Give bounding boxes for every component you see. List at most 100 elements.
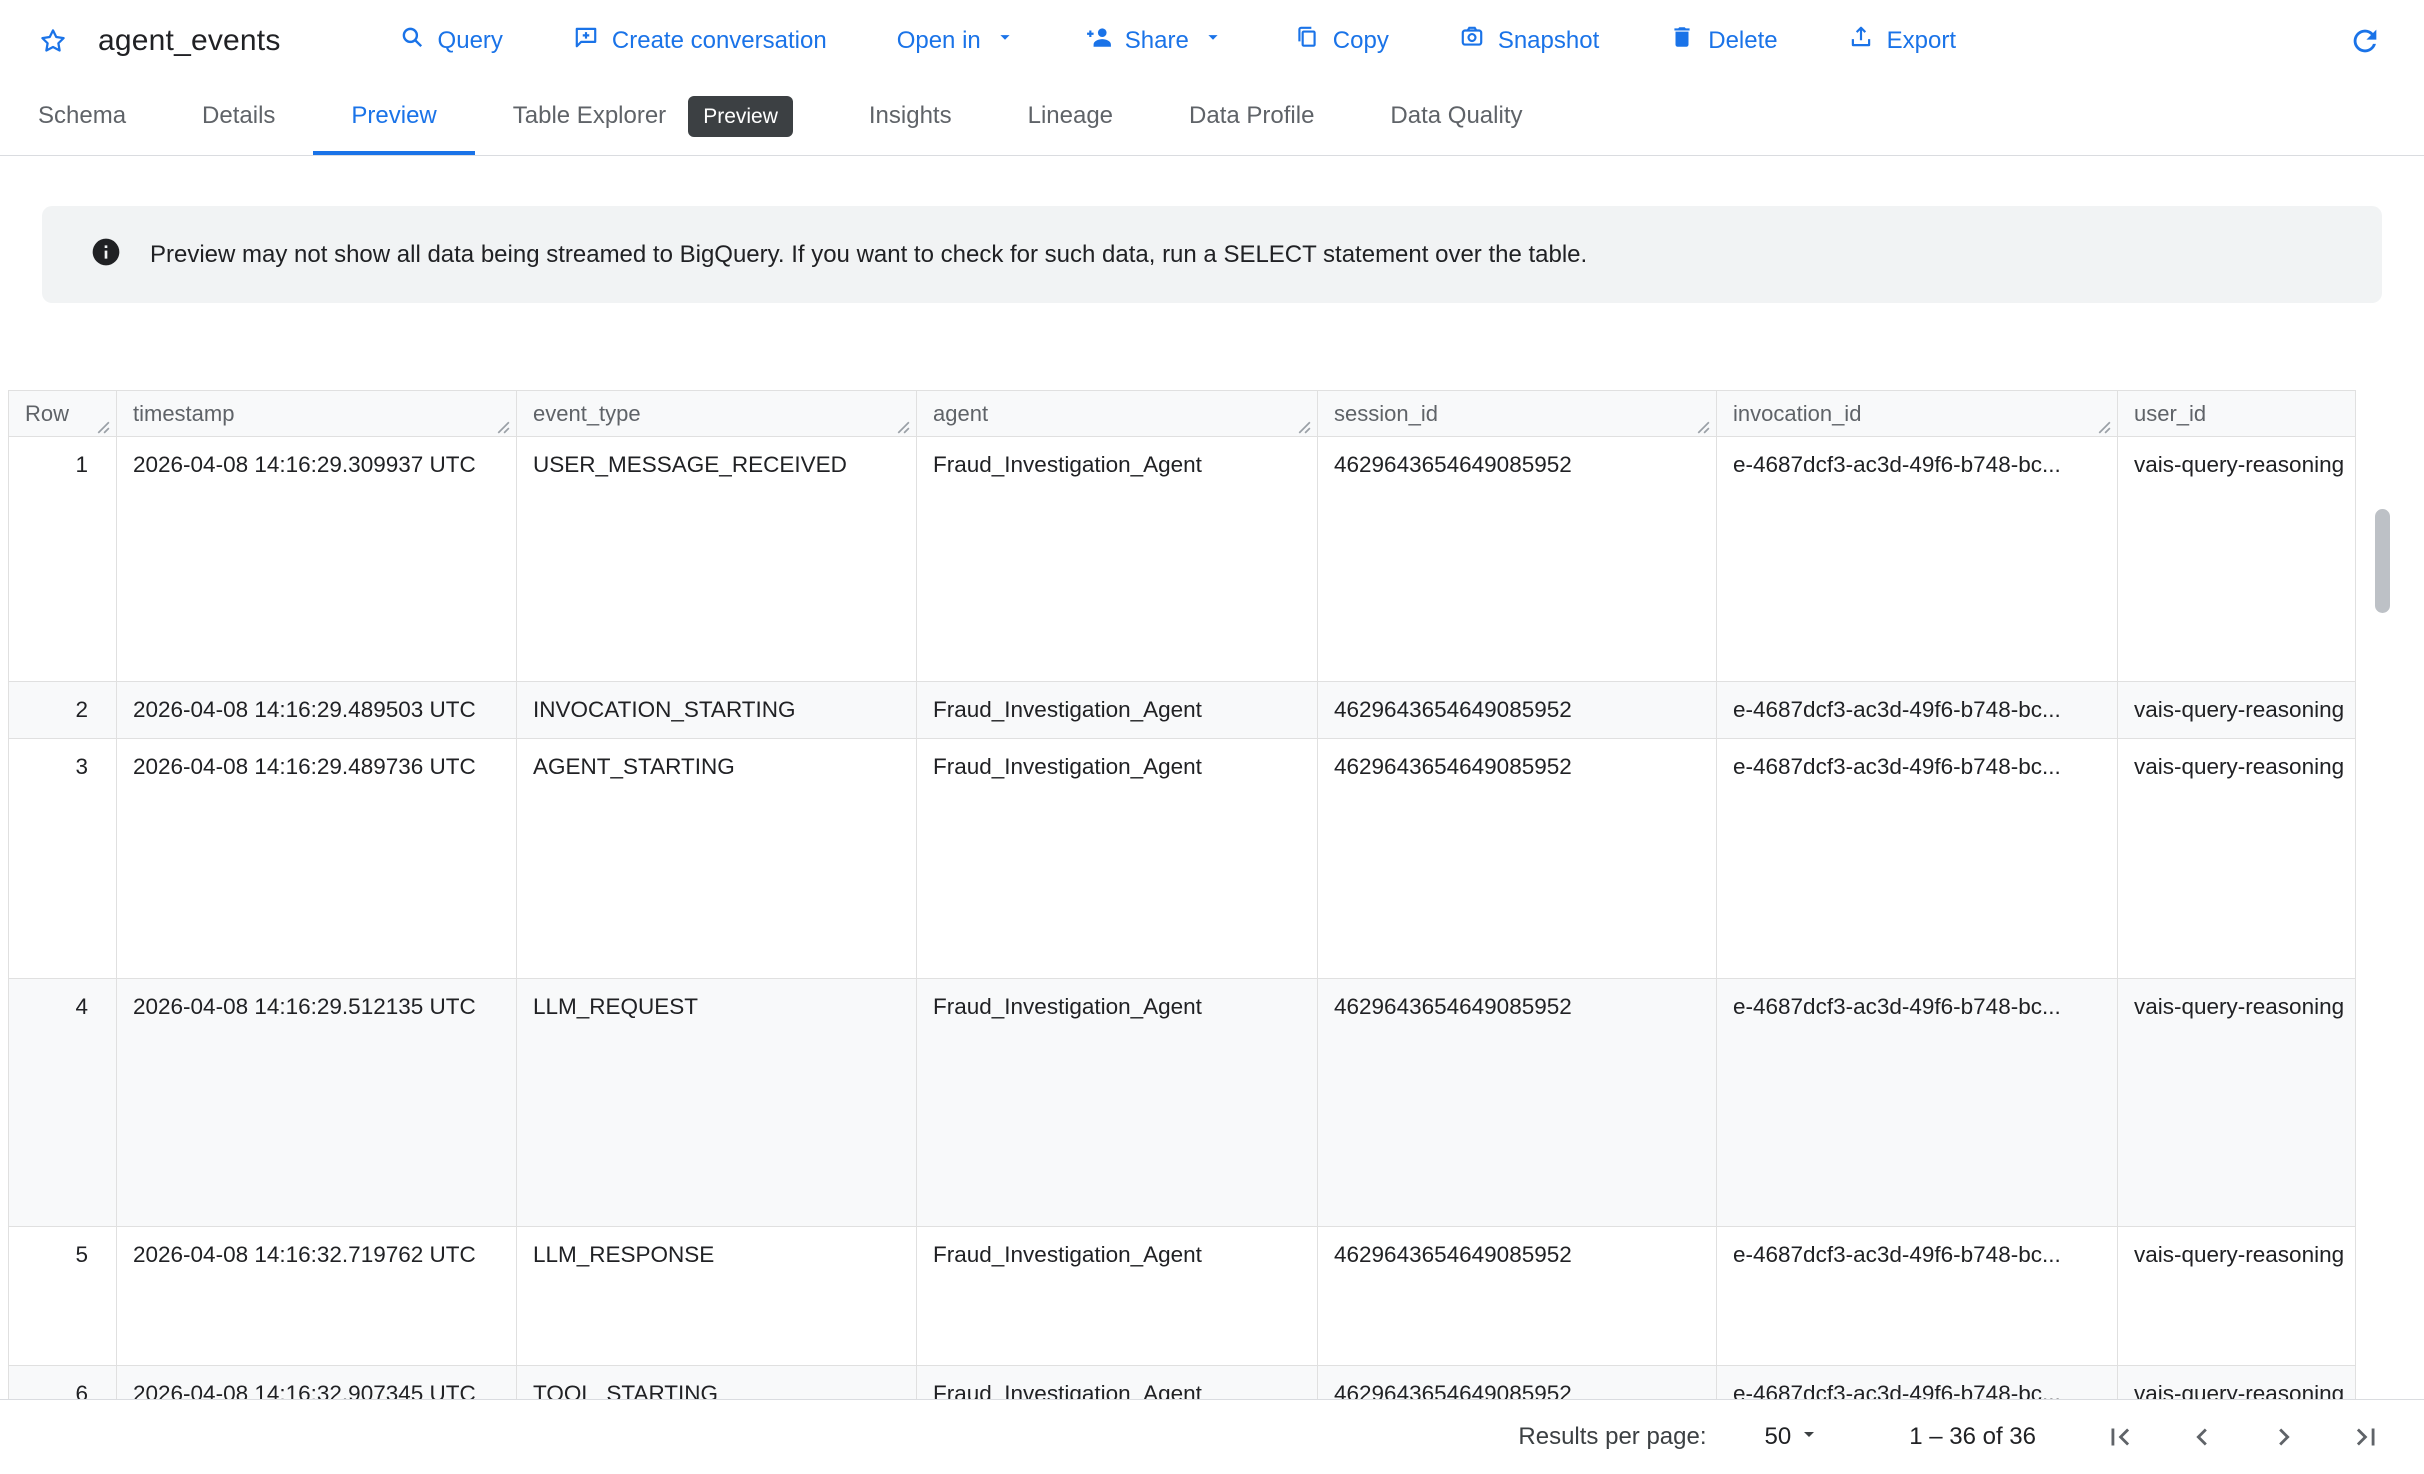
column-header-agent: agent (917, 391, 1318, 437)
refresh-button[interactable] (2348, 24, 2382, 58)
tab-table-explorer[interactable]: Table Explorer Preview (475, 81, 831, 155)
cell-agent: Fraud_Investigation_Agent (917, 739, 1318, 979)
cell-agent: Fraud_Investigation_Agent (917, 979, 1318, 1227)
cell-event-type: AGENT_STARTING (517, 739, 917, 979)
tab-details[interactable]: Details (164, 81, 313, 155)
column-resize-handle-icon[interactable] (2095, 415, 2112, 432)
last-page-icon[interactable] (2348, 1419, 2384, 1455)
page-size-dropdown[interactable]: 50 (1765, 1422, 1822, 1453)
create-conversation-button[interactable]: Create conversation (573, 24, 827, 57)
query-label: Query (438, 27, 503, 55)
cell-invocation-id: e-4687dcf3-ac3d-49f6-b748-bc... (1717, 1366, 2118, 1400)
tab-lineage[interactable]: Lineage (990, 81, 1151, 155)
column-resize-handle-icon[interactable] (94, 415, 111, 432)
tab-bar: Schema Details Preview Table Explorer Pr… (0, 81, 2424, 156)
column-header-session-id: session_id (1318, 391, 1717, 437)
cell-timestamp: 2026-04-08 14:16:32.719762 UTC (117, 1227, 517, 1366)
copy-button[interactable]: Copy (1294, 24, 1389, 57)
tab-data-profile[interactable]: Data Profile (1151, 81, 1352, 155)
cell-user-id: vais-query-reasoning (2118, 437, 2356, 682)
tab-label: Table Explorer (513, 102, 666, 130)
cell-invocation-id: e-4687dcf3-ac3d-49f6-b748-bc... (1717, 739, 2118, 979)
cell-event-type: LLM_REQUEST (517, 979, 917, 1227)
snapshot-label: Snapshot (1498, 27, 1599, 55)
cell-row-number: 3 (9, 739, 117, 979)
cell-invocation-id: e-4687dcf3-ac3d-49f6-b748-bc... (1717, 682, 2118, 739)
next-page-icon[interactable] (2266, 1419, 2302, 1455)
cell-invocation-id: e-4687dcf3-ac3d-49f6-b748-bc... (1717, 979, 2118, 1227)
cell-user-id: vais-query-reasoning (2118, 682, 2356, 739)
cell-agent: Fraud_Investigation_Agent (917, 437, 1318, 682)
query-button[interactable]: Query (399, 24, 503, 57)
snapshot-button[interactable]: Snapshot (1459, 24, 1599, 57)
tab-label: Details (202, 102, 275, 130)
tab-preview[interactable]: Preview (313, 81, 474, 155)
cell-invocation-id: e-4687dcf3-ac3d-49f6-b748-bc... (1717, 1227, 2118, 1366)
cell-agent: Fraud_Investigation_Agent (917, 682, 1318, 739)
open-in-label: Open in (897, 27, 981, 55)
info-banner: Preview may not show all data being stre… (42, 206, 2382, 303)
table-header-row: Row timestamp event_type agent session_i… (9, 391, 2356, 437)
cell-user-id: vais-query-reasoning (2118, 1366, 2356, 1400)
preview-badge: Preview (688, 96, 793, 137)
tab-label: Data Quality (1390, 102, 1522, 130)
open-in-button[interactable]: Open in (897, 26, 1016, 55)
cell-session-id: 4629643654649085952 (1318, 1227, 1717, 1366)
page-range-label: 1 – 36 of 36 (1909, 1423, 2036, 1451)
delete-button[interactable]: Delete (1669, 24, 1777, 57)
cell-event-type: USER_MESSAGE_RECEIVED (517, 437, 917, 682)
pager-controls (2102, 1419, 2384, 1455)
cell-session-id: 4629643654649085952 (1318, 739, 1717, 979)
chat-add-icon (573, 24, 599, 57)
tab-label: Preview (351, 102, 436, 130)
copy-icon (1294, 24, 1320, 57)
share-label: Share (1125, 27, 1189, 55)
chevron-down-icon (994, 26, 1016, 55)
cell-timestamp: 2026-04-08 14:16:29.489503 UTC (117, 682, 517, 739)
previous-page-icon[interactable] (2184, 1419, 2220, 1455)
cell-timestamp: 2026-04-08 14:16:29.512135 UTC (117, 979, 517, 1227)
tab-label: Lineage (1028, 102, 1113, 130)
toolbar-actions: Query Create conversation Open in Share … (399, 24, 1956, 57)
tab-label: Data Profile (1189, 102, 1314, 130)
vertical-scrollbar[interactable] (2375, 484, 2390, 1396)
column-resize-handle-icon[interactable] (894, 415, 911, 432)
info-icon (90, 236, 122, 273)
star-icon[interactable] (38, 26, 68, 56)
column-header-user-id: user_id (2118, 391, 2356, 437)
tab-data-quality[interactable]: Data Quality (1352, 81, 1560, 155)
cell-agent: Fraud_Investigation_Agent (917, 1366, 1318, 1400)
cell-row-number: 5 (9, 1227, 117, 1366)
cell-timestamp: 2026-04-08 14:16:29.489736 UTC (117, 739, 517, 979)
column-resize-handle-icon[interactable] (494, 415, 511, 432)
cell-session-id: 4629643654649085952 (1318, 437, 1717, 682)
column-header-invocation-id: invocation_id (1717, 391, 2118, 437)
cell-session-id: 4629643654649085952 (1318, 979, 1717, 1227)
table-row: 1 2026-04-08 14:16:29.309937 UTC USER_ME… (9, 437, 2356, 682)
cell-event-type: INVOCATION_STARTING (517, 682, 917, 739)
chevron-down-icon (1202, 26, 1224, 55)
column-header-row: Row (9, 391, 117, 437)
cell-event-type: LLM_RESPONSE (517, 1227, 917, 1366)
scrollbar-thumb[interactable] (2375, 509, 2390, 613)
column-resize-handle-icon[interactable] (1295, 415, 1312, 432)
cell-invocation-id: e-4687dcf3-ac3d-49f6-b748-bc... (1717, 437, 2118, 682)
copy-label: Copy (1333, 27, 1389, 55)
toolbar: agent_events Query Create conversation O… (0, 0, 2424, 81)
first-page-icon[interactable] (2102, 1419, 2138, 1455)
table-row: 2 2026-04-08 14:16:29.489503 UTC INVOCAT… (9, 682, 2356, 739)
tab-schema[interactable]: Schema (0, 81, 164, 155)
trash-icon (1669, 24, 1695, 57)
column-resize-handle-icon[interactable] (1694, 415, 1711, 432)
search-icon (399, 24, 425, 57)
table-row: 6 2026-04-08 14:16:32.907345 UTC TOOL_ST… (9, 1366, 2356, 1400)
column-header-event-type: event_type (517, 391, 917, 437)
page-size-value: 50 (1765, 1423, 1792, 1451)
page-title: agent_events (98, 24, 281, 58)
cell-row-number: 4 (9, 979, 117, 1227)
export-button[interactable]: Export (1848, 24, 1956, 57)
cell-timestamp: 2026-04-08 14:16:29.309937 UTC (117, 437, 517, 682)
share-button[interactable]: Share (1086, 24, 1224, 57)
cell-session-id: 4629643654649085952 (1318, 682, 1717, 739)
tab-insights[interactable]: Insights (831, 81, 990, 155)
